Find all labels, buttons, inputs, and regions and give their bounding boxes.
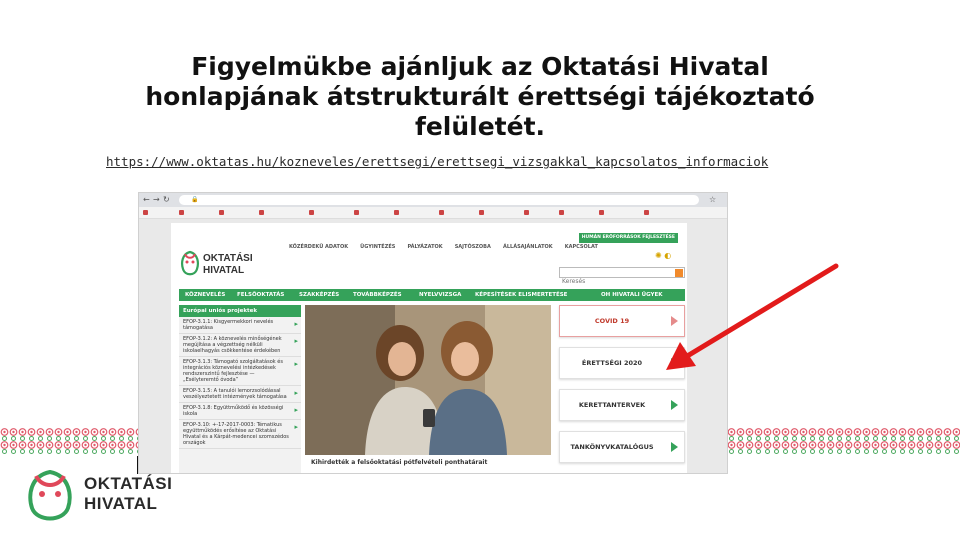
bookmarks-bar xyxy=(139,207,727,219)
sidebar-item[interactable]: EFOP-3.10: +-17-2017-0003: Tématikus egy… xyxy=(179,420,301,449)
slide-logo-line-1: OKTATÁSI xyxy=(84,474,173,493)
main-menu-item[interactable]: KÉPESÍTÉSEK ELISMERTETÉSE xyxy=(475,289,567,301)
accessibility-icons[interactable]: ✺ ◐ xyxy=(655,251,671,260)
top-nav-item[interactable]: ÁLLÁSAJÁNLATOK xyxy=(503,244,553,250)
main-menu-item[interactable]: OH HIVATALI ÜGYEK xyxy=(601,289,662,301)
site-logo[interactable]: OKTATÁSI HIVATAL xyxy=(179,249,259,283)
top-nav-pill[interactable]: HUMÁN ERŐFORRÁSOK FEJLESZTÉSE xyxy=(578,233,678,243)
site-logo-line-2: HIVATAL xyxy=(203,265,245,276)
bookmark-item[interactable] xyxy=(479,209,486,217)
red-annotation-arrow-icon xyxy=(666,263,839,370)
slide-title-line-2: honlapjának átstrukturált érettségi tájé… xyxy=(145,82,815,111)
website-screenshot: ← → ↻ 🔒 ☆ KÖZÉRDEKŰ ADATOK ÜGYINTÉZÉS PÁ… xyxy=(138,192,728,474)
back-icon[interactable]: ← xyxy=(143,195,150,205)
hero-caption-text[interactable]: Kihirdették a felsőoktatási pótfelvételi… xyxy=(311,459,487,466)
main-menu-item[interactable]: FELSŐOKTATÁS xyxy=(237,289,284,301)
slide-logo-line-2: HIVATAL xyxy=(84,494,158,513)
quick-link-label: KERETTANTERVEK xyxy=(578,401,646,409)
bookmark-item[interactable] xyxy=(559,209,566,217)
site-page: KÖZÉRDEKŰ ADATOK ÜGYINTÉZÉS PÁLYÁZATOK S… xyxy=(171,223,687,473)
main-menu: KÖZNEVELÉS FELSŐOKTATÁS SZAKKÉPZÉS TOVÁB… xyxy=(179,289,685,301)
bookmark-item[interactable] xyxy=(354,209,361,217)
bookmark-item[interactable] xyxy=(644,209,651,217)
main-menu-item[interactable]: TOVÁBBKÉPZÉS xyxy=(353,289,402,301)
bookmark-item[interactable] xyxy=(179,209,186,217)
bookmark-item[interactable] xyxy=(259,209,266,217)
sidebar-item[interactable]: EFOP-3.1.2: A köznevelés minőségének meg… xyxy=(179,334,301,357)
quick-link-label: ÉRETTSÉGI 2020 xyxy=(581,359,643,367)
dot-pattern-icon xyxy=(727,428,960,454)
accessibility-icon[interactable]: ✺ xyxy=(655,251,662,260)
site-logo-line-1: OKTATÁSI xyxy=(203,253,253,264)
main-menu-item[interactable]: SZAKKÉPZÉS xyxy=(299,289,339,301)
main-menu-item[interactable]: NYELVVIZSGA xyxy=(419,289,461,301)
students-photo xyxy=(305,305,551,455)
top-nav-item[interactable]: KÖZÉRDEKŰ ADATOK xyxy=(289,244,348,250)
owl-logo-icon xyxy=(28,469,72,521)
top-nav-item[interactable]: ÜGYINTÉZÉS xyxy=(360,244,395,250)
contrast-icon[interactable]: ◐ xyxy=(664,251,671,260)
owl-logo-icon xyxy=(181,250,199,276)
slide-title: Figyelmükbe ajánljuk az Oktatási Hivatal… xyxy=(80,52,880,142)
quick-link-tankonyvkatalogus[interactable]: TANKÖNYVKATALÓGUS xyxy=(559,431,685,463)
top-navigation: KÖZÉRDEKŰ ADATOK ÜGYINTÉZÉS PÁLYÁZATOK S… xyxy=(289,233,685,250)
hero-caption[interactable]: Kihirdették a felsőoktatási pótfelvételi… xyxy=(305,455,551,473)
arrow-right-icon xyxy=(671,442,678,452)
top-nav-item[interactable]: SAJTÓSZOBA xyxy=(455,244,491,250)
sidebar-item[interactable]: EFOP-3.1.5: A tanulói lemorzsolódással v… xyxy=(179,386,301,403)
sidebar-item[interactable]: EFOP-3.1.3: Támogató szolgáltatások és i… xyxy=(179,357,301,386)
dot-pattern-icon xyxy=(0,428,140,454)
address-bar[interactable]: 🔒 xyxy=(179,195,699,205)
quick-link-kerettantervek[interactable]: KERETTANTERVEK xyxy=(559,389,685,421)
bookmark-item[interactable] xyxy=(394,209,401,217)
bookmark-item[interactable] xyxy=(439,209,446,217)
bookmark-item[interactable] xyxy=(599,209,606,217)
top-nav-item[interactable]: PÁLYÁZATOK xyxy=(407,244,442,250)
bookmark-item[interactable] xyxy=(309,209,316,217)
bookmark-item[interactable] xyxy=(219,209,226,217)
slide-logo: OKTATÁSI HIVATAL xyxy=(22,466,182,526)
bookmark-item[interactable] xyxy=(524,209,531,217)
reload-icon[interactable]: ↻ xyxy=(163,195,170,205)
bookmark-item[interactable] xyxy=(143,209,150,217)
top-nav-item[interactable]: KAPCSOLAT xyxy=(565,244,598,250)
quick-link-label: COVID 19 xyxy=(594,317,630,325)
hero-image[interactable]: Kihirdették a felsőoktatási pótfelvételi… xyxy=(305,305,551,473)
slide-title-line-3: felületét. xyxy=(414,112,546,141)
search-input[interactable] xyxy=(560,277,670,286)
lock-icon: 🔒 xyxy=(191,196,199,203)
main-menu-item[interactable]: KÖZNEVELÉS xyxy=(185,289,225,301)
sidebar-item[interactable]: EFOP-3.1.1: Kisgyermekkori nevelés támog… xyxy=(179,317,301,334)
forward-icon[interactable]: → xyxy=(153,195,160,205)
sidebar-heading: Európai uniós projektek xyxy=(179,305,301,317)
arrow-right-icon xyxy=(671,400,678,410)
eu-projects-sidebar: Európai uniós projektek EFOP-3.1.1: Kisg… xyxy=(179,305,301,473)
slide-title-line-1: Figyelmükbe ajánljuk az Oktatási Hivatal xyxy=(191,52,769,81)
decorative-dot-band-right xyxy=(727,428,960,454)
quick-link-label: TANKÖNYVKATALÓGUS xyxy=(570,443,654,451)
sidebar-item[interactable]: EFOP-3.1.8: Együttműködő és közösségi is… xyxy=(179,403,301,420)
star-icon[interactable]: ☆ xyxy=(709,195,716,205)
decorative-dot-band-left xyxy=(0,428,140,454)
browser-toolbar: ← → ↻ 🔒 ☆ xyxy=(139,193,727,207)
source-link[interactable]: https://www.oktatas.hu/kozneveles/eretts… xyxy=(106,154,768,169)
